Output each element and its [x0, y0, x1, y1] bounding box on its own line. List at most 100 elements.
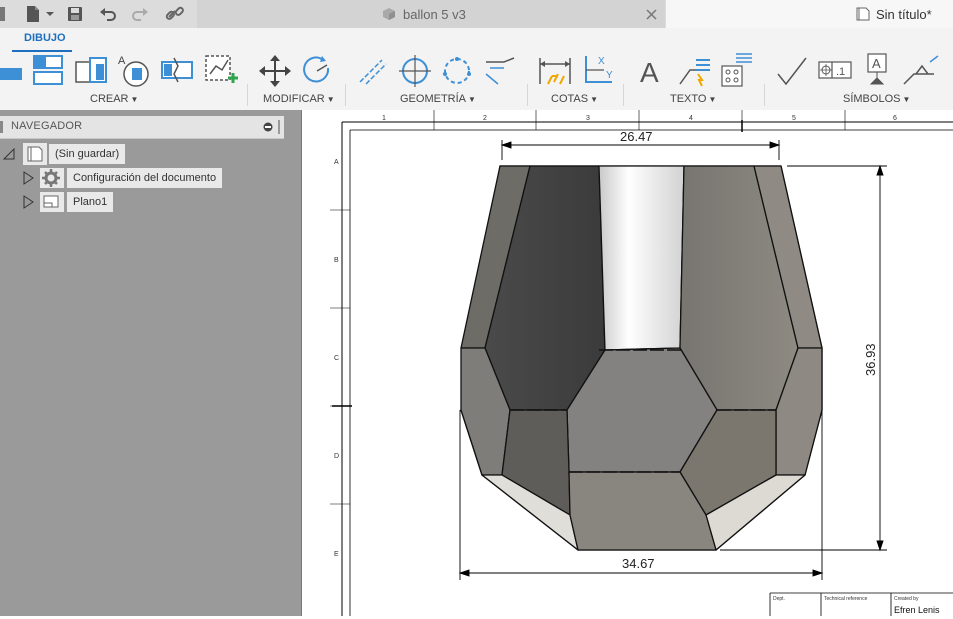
app-menu-edge[interactable]	[0, 4, 6, 24]
center-mark-pattern-icon[interactable]	[440, 54, 474, 88]
column-label: 5	[792, 115, 796, 122]
title-block: Dept. Technical reference Created by Efr…	[769, 592, 953, 616]
navigator-title: NAVEGADOR	[11, 120, 83, 132]
svg-text:A: A	[640, 57, 659, 88]
column-label: 2	[483, 115, 487, 122]
save-button[interactable]	[64, 4, 86, 24]
navigator-panel: NAVEGADOR (Sin guardar) Configuración de…	[0, 110, 301, 616]
centerline-icon[interactable]	[356, 54, 388, 88]
ribbon-separator	[623, 84, 624, 106]
dimension-icon[interactable]	[538, 54, 574, 88]
svg-text:.1: .1	[836, 66, 845, 78]
note-icon[interactable]	[718, 50, 756, 88]
dimension-bottom-value: 34.67	[622, 556, 655, 571]
group-texto-label[interactable]: TEXTO ▼	[670, 93, 716, 105]
tree-node-sheet[interactable]: Plano1	[67, 192, 114, 212]
group-simbolos-label[interactable]: SÍMBOLOS ▼	[843, 93, 910, 105]
workspace-tab-dibujo[interactable]: DIBUJO	[24, 32, 66, 44]
group-crear-label[interactable]: CREAR ▼	[90, 93, 138, 105]
title-block-tech-ref-label: Technical reference	[824, 596, 868, 602]
projected-view-icon[interactable]	[32, 54, 66, 88]
redo-icon	[132, 8, 148, 21]
row-label: E	[334, 551, 339, 558]
section-view-icon[interactable]	[74, 54, 110, 88]
column-labels: 1 2 3 4 5 6	[382, 115, 897, 122]
center-mark-icon[interactable]	[398, 54, 432, 88]
datum-identifier-icon[interactable]: A	[862, 52, 894, 88]
sheet-icon	[40, 192, 64, 212]
title-bar: ballon 5 v3 Sin título*	[0, 0, 953, 28]
file-menu-button[interactable]	[22, 4, 56, 24]
row-label: B	[334, 257, 339, 264]
ordinate-dimension-icon[interactable]: X Y	[580, 52, 616, 88]
ribbon-separator	[764, 84, 765, 106]
group-geometria-label[interactable]: GEOMETRÍA ▼	[400, 93, 476, 105]
row-label: D	[334, 453, 339, 460]
leader-icon[interactable]	[676, 54, 712, 88]
row-label: C	[334, 355, 339, 362]
tab-ballon[interactable]: ballon 5 v3	[197, 0, 665, 28]
surface-texture-icon[interactable]	[776, 54, 808, 88]
ribbon-separator	[345, 84, 346, 106]
drawing-doc-icon	[856, 7, 870, 21]
share-link-button[interactable]	[163, 4, 187, 24]
sketch-view-icon[interactable]	[204, 54, 240, 88]
ribbon-separator	[527, 84, 528, 106]
svg-text:Y: Y	[606, 70, 613, 81]
rotate-icon[interactable]	[300, 54, 334, 88]
base-view-icon[interactable]	[0, 58, 24, 88]
column-label: 3	[586, 115, 590, 122]
tree-node-root[interactable]: (Sin guardar)	[49, 144, 126, 164]
tab-label: Sin título*	[876, 7, 932, 22]
group-modificar-label[interactable]: MODIFICAR ▼	[263, 93, 335, 105]
drawing-node-icon	[23, 143, 47, 165]
save-icon	[68, 7, 82, 21]
expand-triangle-icon[interactable]	[22, 195, 34, 209]
feature-control-frame-icon[interactable]: .1	[818, 58, 854, 84]
tab-label: ballon 5 v3	[403, 7, 466, 22]
group-cotas-label[interactable]: COTAS ▼	[551, 93, 598, 105]
move-icon[interactable]	[258, 54, 292, 88]
column-label: 6	[893, 115, 897, 122]
expand-triangle-icon[interactable]	[22, 171, 34, 185]
workspace-tab-indicator	[12, 50, 72, 52]
link-icon	[165, 6, 184, 20]
title-block-dept-label: Dept.	[773, 596, 785, 602]
navigator-header: NAVEGADOR	[0, 116, 284, 139]
panel-pin-icon[interactable]	[278, 120, 280, 134]
ribbon-separator	[247, 84, 248, 106]
welding-symbol-icon[interactable]	[902, 54, 942, 88]
collapse-icon[interactable]	[263, 122, 273, 132]
svg-text:A: A	[872, 56, 881, 71]
redo-button[interactable]	[128, 4, 152, 24]
gear-icon	[40, 168, 64, 188]
dimension-height-value: 36.93	[863, 343, 878, 376]
undo-button[interactable]	[96, 4, 120, 24]
detail-view-icon[interactable]: A	[116, 52, 152, 88]
break-view-icon[interactable]	[160, 56, 196, 86]
dimension-top[interactable]: 26.47	[500, 129, 781, 160]
file-icon	[27, 6, 54, 22]
collapse-triangle-icon[interactable]	[3, 148, 15, 160]
text-icon[interactable]: A	[638, 54, 666, 88]
model-view[interactable]	[460, 165, 823, 551]
drawing-sheet[interactable]: 1 2 3 4 5 6 A B C D E 26.47 34.67 36.93 …	[302, 110, 953, 616]
tab-sin-titulo[interactable]: Sin título*	[666, 0, 953, 28]
panel-grip[interactable]	[0, 121, 3, 133]
title-block-created-by-value: Efren Lenis	[894, 605, 940, 615]
component-icon	[383, 8, 395, 20]
column-label: 4	[689, 115, 693, 122]
dimension-top-value: 26.47	[620, 129, 653, 144]
toolbar-ribbon: DIBUJO A CREAR ▼ MODIFICAR ▼ GEOMETRÍA ▼…	[0, 28, 953, 111]
svg-text:A: A	[118, 55, 126, 67]
drawing-canvas[interactable]: 1 2 3 4 5 6 A B C D E 26.47 34.67 36.93 …	[302, 110, 953, 616]
title-block-created-by-label: Created by	[894, 596, 919, 602]
close-icon[interactable]	[646, 9, 657, 20]
row-labels: A B C D E	[334, 159, 339, 558]
edge-extension-icon[interactable]	[482, 54, 518, 88]
svg-text:X: X	[598, 56, 605, 67]
row-label: A	[334, 159, 339, 166]
column-label: 1	[382, 115, 386, 122]
tree-node-document-settings[interactable]: Configuración del documento	[67, 168, 223, 188]
undo-icon	[100, 8, 116, 21]
